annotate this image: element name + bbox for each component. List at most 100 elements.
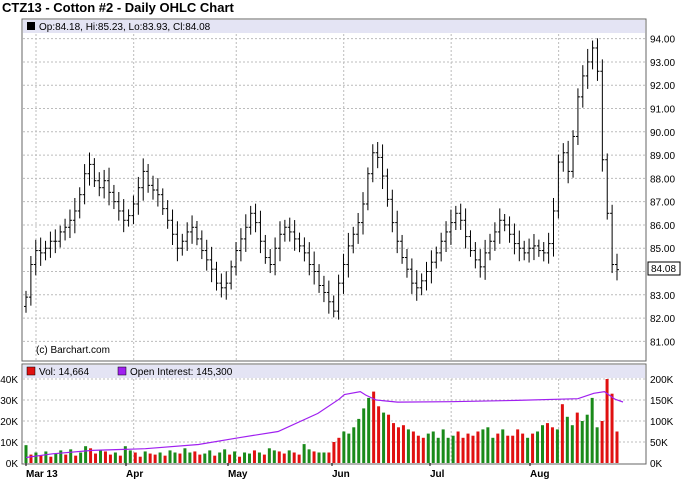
- volume-bar: [396, 427, 400, 463]
- volume-bar: [233, 451, 237, 463]
- volume-tick-label: 20K: [0, 417, 18, 428]
- volume-bar: [262, 454, 266, 463]
- volume-bar: [243, 452, 247, 463]
- volume-bar: [257, 452, 261, 463]
- volume-bar: [471, 435, 475, 463]
- price-tick-label: 86.00: [650, 221, 675, 232]
- volume-bar: [312, 451, 316, 463]
- volume-bar: [39, 455, 43, 463]
- volume-bar: [570, 425, 574, 463]
- volume-bar: [491, 437, 495, 463]
- price-tick-label: 83.00: [650, 291, 675, 302]
- volume-bar: [615, 431, 619, 463]
- volume-bar: [387, 414, 391, 463]
- price-tick-label: 89.00: [650, 151, 675, 162]
- volume-bar: [84, 446, 88, 463]
- volume-bar: [401, 425, 405, 463]
- volume-bar: [421, 437, 425, 463]
- volume-bar: [133, 452, 137, 463]
- volume-bar: [550, 427, 554, 463]
- volume-bar: [317, 452, 321, 463]
- volume-bar: [272, 450, 276, 463]
- volume-bar: [431, 431, 435, 463]
- price-tick-label: 94.00: [650, 35, 675, 46]
- volume-bar: [198, 454, 202, 463]
- volume-bar: [238, 456, 242, 463]
- oi-tick-label: 100K: [650, 417, 674, 428]
- volume-bar: [113, 452, 117, 463]
- volume-bar: [203, 453, 207, 463]
- oi-tick-label: 150K: [650, 396, 674, 407]
- volume-tick-label: 10K: [0, 438, 18, 449]
- volume-bar: [208, 450, 212, 463]
- volume-bar: [590, 397, 594, 463]
- volume-bar: [153, 454, 157, 463]
- volume-bar: [610, 393, 614, 463]
- volume-bar: [302, 444, 306, 463]
- volume-bar: [347, 433, 351, 463]
- volume-bar: [108, 454, 112, 463]
- volume-bar: [605, 379, 609, 463]
- volume-bar: [292, 452, 296, 463]
- volume-bar: [476, 431, 480, 463]
- volume-bar: [511, 435, 515, 463]
- x-tick-label: Jun: [332, 469, 350, 480]
- price-tick-label: 82.00: [650, 314, 675, 325]
- x-tick-label: Apr: [126, 469, 143, 480]
- volume-bar: [59, 450, 63, 463]
- volume-bar: [486, 427, 490, 463]
- price-legend-swatch: [27, 22, 35, 30]
- volume-bar: [536, 431, 540, 463]
- volume-bar: [252, 450, 256, 463]
- price-tick-label: 88.00: [650, 174, 675, 185]
- volume-bar: [327, 452, 331, 463]
- volume-bar: [461, 437, 465, 463]
- volume-bar: [560, 404, 564, 463]
- volume-bar: [526, 437, 530, 463]
- credit: (c) Barchart.com: [36, 345, 110, 356]
- volume-bar: [466, 433, 470, 463]
- price-tick-label: 87.00: [650, 198, 675, 209]
- ohlc-chart: Op:84.18, Hi:85.23, Lo:83.93, Cl:84.08 (…: [0, 18, 681, 480]
- volume-bar: [392, 423, 396, 463]
- volume-bar: [168, 450, 172, 463]
- volume-bar: [223, 449, 227, 463]
- x-tick-label: Mar 13: [26, 469, 58, 480]
- volume-bar: [322, 452, 326, 463]
- volume-bar: [352, 427, 356, 463]
- volume-bar: [213, 455, 217, 463]
- volume-bar: [74, 455, 78, 463]
- price-tick-label: 93.00: [650, 58, 675, 69]
- volume-bar: [585, 414, 589, 463]
- volume-bar: [218, 452, 222, 463]
- volume-bar: [103, 451, 107, 463]
- volume-bar: [337, 437, 341, 463]
- volume-bar: [282, 453, 286, 463]
- volume-bar: [54, 453, 58, 463]
- volume-bar: [277, 451, 281, 463]
- volume-bar: [575, 412, 579, 463]
- volume-bar: [69, 449, 73, 463]
- volume-bar: [595, 427, 599, 463]
- oi-tick-label: 50K: [650, 438, 668, 449]
- price-tick-label: 85.00: [650, 244, 675, 255]
- volume-bar: [173, 452, 177, 463]
- volume-bar: [128, 450, 132, 463]
- volume-bar: [118, 455, 122, 463]
- price-tick-label: 81.00: [650, 337, 675, 348]
- volume-bar: [148, 453, 152, 463]
- volume-legend-vol: Vol: 14,664: [39, 367, 89, 378]
- volume-bar: [183, 448, 187, 463]
- last-price-tag: 84.08: [651, 264, 676, 275]
- volume-bar: [267, 448, 271, 463]
- price-tick-label: 91.00: [650, 105, 675, 116]
- volume-bar: [94, 453, 98, 463]
- volume-bar: [372, 391, 376, 463]
- volume-legend-oi: Open Interest: 145,300: [130, 367, 233, 378]
- volume-bar: [178, 453, 182, 463]
- chart-container: CTZ13 - Cotton #2 - Daily OHLC Chart Op:…: [0, 0, 688, 503]
- volume-bar: [307, 449, 311, 463]
- volume-bar: [143, 451, 147, 463]
- volume-bar: [138, 456, 142, 463]
- volume-bar: [426, 433, 430, 463]
